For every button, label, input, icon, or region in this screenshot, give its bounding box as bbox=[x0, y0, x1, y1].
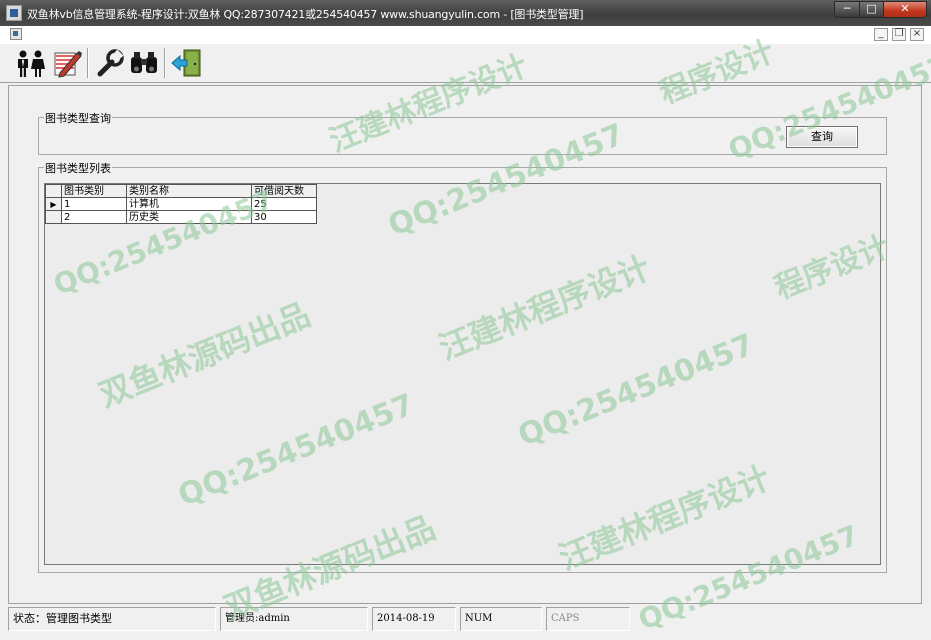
column-header-type-id[interactable]: 图书类别 bbox=[61, 184, 127, 198]
close-button[interactable]: ✕ bbox=[883, 1, 927, 18]
mdi-bar: _ ❐ × bbox=[0, 26, 931, 45]
table-row[interactable]: 2 历史类 30 bbox=[45, 210, 317, 224]
wrench-icon[interactable] bbox=[92, 47, 126, 79]
table-row[interactable]: ▶ 1 计算机 25 bbox=[45, 197, 317, 211]
column-header-borrow-days[interactable]: 可借阅天数 bbox=[251, 184, 317, 198]
table-cell[interactable]: 2 bbox=[61, 210, 127, 224]
status-panel-user: 管理员:admin bbox=[220, 607, 368, 631]
toolbar-separator bbox=[164, 48, 166, 78]
edit-document-icon[interactable] bbox=[50, 47, 84, 79]
mdi-child-icon[interactable] bbox=[10, 28, 22, 40]
list-group-label: 图书类型列表 bbox=[44, 160, 112, 176]
table-cell[interactable]: 30 bbox=[251, 210, 317, 224]
row-selector[interactable] bbox=[45, 210, 62, 224]
data-grid[interactable] bbox=[44, 183, 881, 565]
column-header-type-name[interactable]: 类别名称 bbox=[126, 184, 252, 198]
minimize-button[interactable]: ─ bbox=[834, 1, 860, 18]
title-bar[interactable]: 双鱼林vb信息管理系统-程序设计:双鱼林 QQ:287307421或254540… bbox=[0, 0, 931, 26]
users-icon[interactable] bbox=[14, 47, 48, 79]
mdi-minimize-button[interactable]: _ bbox=[874, 28, 888, 41]
row-selector-current[interactable]: ▶ bbox=[45, 197, 62, 211]
toolbar-separator bbox=[87, 48, 89, 78]
toolbar bbox=[0, 44, 931, 83]
mdi-restore-button[interactable]: ❐ bbox=[892, 28, 906, 41]
query-button[interactable]: 查询 bbox=[786, 126, 858, 148]
book-type-table[interactable]: 图书类别 类别名称 可借阅天数 ▶ 1 计算机 25 2 历史类 30 bbox=[45, 184, 317, 224]
status-panel-caps: CAPS bbox=[546, 607, 630, 631]
table-header-row: 图书类别 类别名称 可借阅天数 bbox=[45, 184, 317, 198]
header-selector-cell bbox=[45, 184, 62, 198]
status-panel-date: 2014-08-19 bbox=[372, 607, 456, 631]
app-icon[interactable] bbox=[6, 5, 22, 21]
exit-door-icon[interactable] bbox=[170, 47, 204, 79]
binoculars-icon[interactable] bbox=[127, 47, 161, 79]
maximize-button[interactable]: □ bbox=[859, 1, 884, 18]
table-cell[interactable]: 计算机 bbox=[126, 197, 252, 211]
query-group-label: 图书类型查询 bbox=[44, 110, 112, 126]
table-cell[interactable]: 历史类 bbox=[126, 210, 252, 224]
table-cell[interactable]: 1 bbox=[61, 197, 127, 211]
mdi-close-button[interactable]: × bbox=[910, 28, 924, 41]
status-panel-state: 状态：管理图书类型 bbox=[8, 607, 216, 631]
status-panel-num: NUM bbox=[460, 607, 542, 631]
query-groupbox bbox=[38, 117, 887, 155]
window-title: 双鱼林vb信息管理系统-程序设计:双鱼林 QQ:287307421或254540… bbox=[27, 8, 584, 21]
table-cell[interactable]: 25 bbox=[251, 197, 317, 211]
